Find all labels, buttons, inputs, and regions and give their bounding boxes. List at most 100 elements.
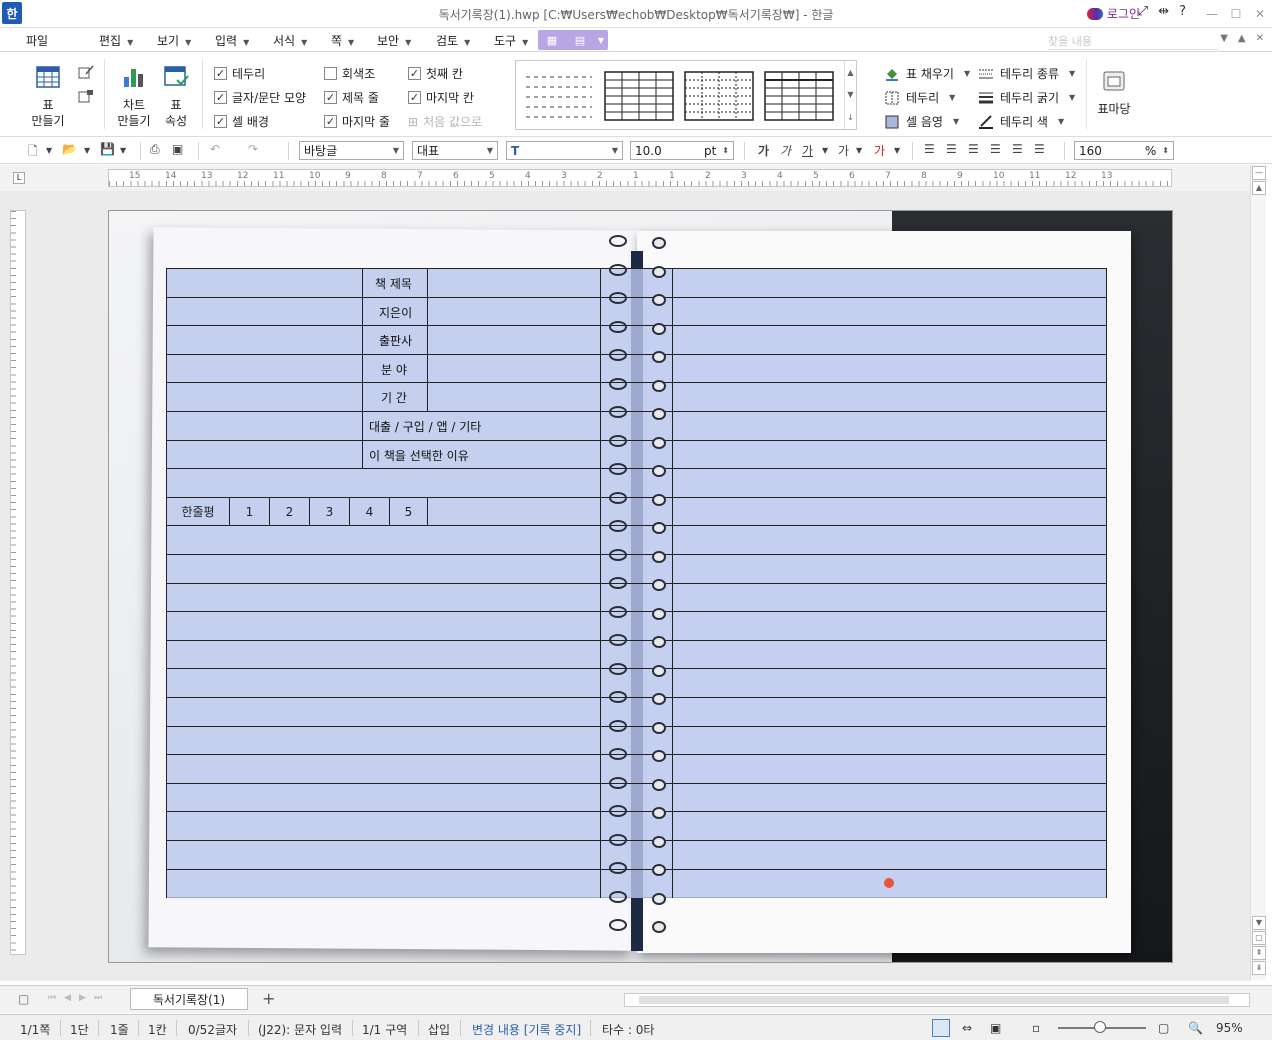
expand-icon[interactable]: ↓ — [847, 113, 854, 122]
status-insert[interactable]: 삽입 — [428, 1021, 450, 1038]
tab-nav-icons[interactable]: ⏮◀▶⏭ — [48, 993, 110, 1003]
vertical-ruler[interactable] — [10, 210, 26, 955]
check-border[interactable]: ✓ 테두리 — [214, 65, 265, 82]
zoom-search-icon[interactable]: 🔍 — [1188, 1021, 1203, 1035]
login-button[interactable]: 로그인 — [1086, 5, 1140, 22]
page-down-icon[interactable]: ⇟ — [1252, 961, 1266, 975]
stepper-icon[interactable]: ⬍ — [722, 146, 729, 155]
style-select[interactable]: 바탕글 ▼ — [299, 141, 404, 160]
table-row[interactable]: 분 야 — [167, 354, 1106, 384]
page-icon[interactable]: ▢ — [1252, 931, 1266, 945]
chevron-down-icon[interactable]: ▼ — [120, 146, 126, 155]
chevron-up-icon[interactable]: ▲ — [1238, 33, 1246, 44]
border-button[interactable]: 테두리 ▼ — [884, 89, 955, 106]
table-row[interactable] — [167, 526, 1106, 555]
table-row[interactable] — [167, 869, 1106, 899]
rating-2[interactable]: 2 — [270, 497, 310, 526]
chevron-down-icon[interactable]: ▼ — [46, 146, 52, 155]
style-thumb-dotted[interactable] — [684, 71, 754, 121]
menu-review[interactable]: 검토 ▼ — [436, 32, 470, 49]
chevron-down-icon[interactable]: ▼ — [84, 146, 90, 155]
check-cell-bg[interactable]: ✓ 셀 배경 — [214, 113, 269, 130]
gallery-scroll[interactable]: ▲ ▼ ↓ — [844, 61, 856, 129]
table-row[interactable] — [167, 698, 1106, 727]
check-header-row[interactable]: ✓ 제목 줄 — [324, 89, 379, 106]
page[interactable]: 책 제목 지은이 출판사 분 야 기 간 대출 / 구입 / 앱 / 기타 이 … — [108, 210, 1173, 963]
close-button[interactable]: ✕ — [1248, 0, 1272, 28]
check-first-col[interactable]: ✓ 첫째 칸 — [408, 65, 463, 82]
view-fit-icon[interactable]: ⇔ — [962, 1021, 972, 1035]
help-icon[interactable]: ? — [1179, 4, 1186, 19]
font-lang-select[interactable]: 대표 ▼ — [412, 141, 498, 160]
check-last-row[interactable]: ✓ 마지막 줄 — [324, 113, 390, 130]
zoom-slider-knob[interactable] — [1094, 1021, 1106, 1033]
border-type-button[interactable]: 테두리 종류 ▼ — [978, 65, 1075, 82]
table-row[interactable] — [167, 469, 1106, 498]
table-bookmark-button[interactable]: 표마당 — [1096, 69, 1132, 117]
chevron-down-icon[interactable]: ▼ — [1220, 33, 1228, 44]
table-row[interactable] — [167, 841, 1106, 870]
align-divide-icon[interactable]: ☰ — [1034, 142, 1045, 156]
table-style-gallery[interactable]: ▲ ▼ ↓ — [515, 60, 857, 130]
check-grayscale[interactable]: 회색조 — [324, 65, 375, 82]
save-icon[interactable]: 💾 — [100, 142, 115, 156]
status-page[interactable]: 1/1쪽 — [20, 1021, 50, 1038]
line-spacing-input[interactable]: 160% ⬍ — [1074, 141, 1174, 160]
cell-shade-button[interactable]: 셀 음영 ▼ — [884, 113, 959, 130]
table-row[interactable]: 한줄평 1 2 3 4 5 — [167, 497, 1106, 527]
fill-button[interactable]: 표 채우기 ▼ — [884, 65, 970, 82]
border-color-button[interactable]: 테두리 색 ▼ — [978, 113, 1064, 130]
table-row[interactable] — [167, 783, 1106, 813]
document-area[interactable]: 책 제목 지은이 출판사 분 야 기 간 대출 / 구입 / 앱 / 기타 이 … — [0, 191, 1250, 981]
reset-button[interactable]: ⊞ 처음 값으로 — [408, 113, 482, 130]
chart-make-button[interactable]: 차트 만들기 — [114, 65, 154, 129]
table-row[interactable] — [167, 812, 1106, 841]
table-row[interactable] — [167, 669, 1106, 698]
horizontal-ruler[interactable]: 15 14 13 12 11 10 9 8 7 6 5 4 3 2 1 1 2 3 4 5 6 7 8 9 10 11 12 13 — [108, 169, 1172, 187]
table-make-button[interactable]: 표 만들기 — [28, 65, 68, 129]
open-folder-icon[interactable]: 📂 — [62, 142, 77, 156]
chevron-down-icon[interactable]: ▼ — [847, 90, 853, 99]
table-props-button[interactable]: 표 속성 — [158, 65, 194, 129]
chevron-up-icon[interactable]: ▲ — [847, 68, 853, 77]
tab-list-icon[interactable]: ▢ — [18, 992, 29, 1006]
minus-icon[interactable]: — — [1252, 166, 1266, 180]
align-justify-icon[interactable]: ☰ — [924, 142, 935, 156]
add-tab-button[interactable]: + — [262, 989, 275, 1008]
table-row[interactable]: 대출 / 구입 / 앱 / 기타 — [167, 412, 1106, 441]
align-distribute-icon[interactable]: ☰ — [1012, 142, 1023, 156]
table-row[interactable]: 지은이 — [167, 297, 1106, 327]
table-draw-icon[interactable] — [78, 65, 94, 82]
underline-button[interactable]: 가 — [802, 142, 813, 159]
zoom-page-icon[interactable]: ▢ — [1158, 1021, 1169, 1035]
bold-button[interactable]: 가 — [758, 142, 769, 159]
view-page-icon[interactable]: ▣ — [990, 1021, 1001, 1035]
style-thumb-plain[interactable] — [524, 71, 594, 121]
font-size-input[interactable]: 10.0 pt ⬍ — [630, 141, 734, 160]
zoom-out-icon[interactable]: ▫ — [1032, 1021, 1040, 1035]
chevron-down-icon[interactable]: ▼ — [1252, 916, 1266, 930]
table-row[interactable]: 기 간 — [167, 383, 1106, 412]
page-up-icon[interactable]: ⇞ — [1252, 946, 1266, 960]
check-last-col[interactable]: ✓ 마지막 칸 — [408, 89, 474, 106]
rating-5[interactable]: 5 — [390, 497, 428, 526]
horizontal-scrollbar[interactable] — [624, 993, 1250, 1007]
rating-3[interactable]: 3 — [310, 497, 350, 526]
style-thumb-header[interactable] — [764, 71, 834, 121]
table-design-icon[interactable]: ▦ — [538, 30, 566, 50]
preview-icon[interactable]: ▣ — [172, 142, 183, 156]
chevron-down-icon[interactable]: ▼ — [594, 30, 608, 50]
menu-view[interactable]: 보기 ▼ — [157, 32, 191, 49]
table-mode-toggle[interactable]: ▦ ▤ ▼ — [538, 30, 608, 50]
style-thumb-grid[interactable] — [604, 71, 674, 121]
maximize-button[interactable]: ☐ — [1224, 0, 1248, 28]
check-char-para[interactable]: ✓ 글자/문단 모양 — [214, 89, 306, 106]
align-left-icon[interactable]: ☰ — [946, 142, 957, 156]
table-row[interactable] — [167, 555, 1106, 584]
menu-page[interactable]: 쪽 ▼ — [331, 32, 354, 49]
strike-button[interactable]: 가 — [838, 142, 849, 159]
table-row[interactable] — [167, 583, 1106, 613]
font-color-button[interactable]: 가 — [874, 142, 885, 159]
split-icon[interactable]: ⇹ — [1158, 4, 1169, 19]
ruler-corner-icon[interactable]: L — [13, 172, 25, 184]
